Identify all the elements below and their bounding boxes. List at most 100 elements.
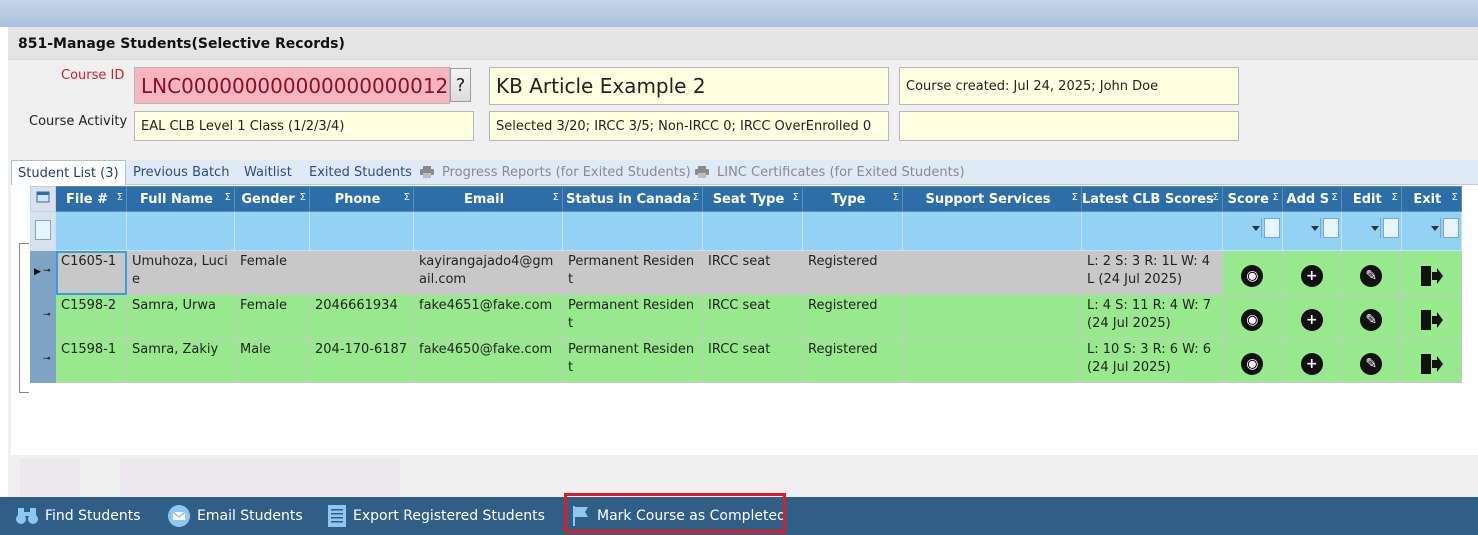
tab-student-list[interactable]: Student List (3) (11, 160, 126, 185)
filter-cell[interactable] (1400, 211, 1462, 251)
pencil-icon[interactable]: ✎ (1360, 264, 1383, 287)
cell-seat-type[interactable]: IRCC seat (702, 294, 803, 339)
plus-icon[interactable]: + (1300, 264, 1323, 287)
cell-support-services[interactable] (902, 250, 1082, 295)
cell-score[interactable]: ◉ (1221, 294, 1283, 339)
expand-icon[interactable]: ⊸ (43, 306, 51, 324)
filter-cell[interactable] (413, 211, 563, 251)
col-header-add-s[interactable]: Add SΣ (1281, 186, 1342, 212)
pencil-icon[interactable]: ✎ (1360, 308, 1383, 331)
table-row[interactable]: ⊸ C1598-2 Samra, Urwa Female 2046661934 … (30, 294, 1462, 339)
plus-icon[interactable]: + (1300, 352, 1323, 375)
tab-previous-batch[interactable]: Previous Batch (133, 160, 229, 184)
col-header-type[interactable]: Type Σ (802, 186, 903, 212)
eye-icon[interactable]: ◉ (1241, 264, 1264, 287)
expand-icon[interactable]: ⊸ (43, 350, 51, 368)
cell-add-s[interactable]: + (1281, 250, 1342, 295)
exit-door-icon[interactable] (1419, 353, 1444, 375)
cell-type[interactable]: Registered (802, 250, 903, 295)
cell-file[interactable]: C1605-1 (55, 250, 127, 295)
col-header-seat-type[interactable]: Seat Type Σ (702, 186, 803, 212)
cell-full-name[interactable]: Umuhoza, Lucie (126, 250, 235, 295)
sigma-icon[interactable]: Σ (225, 192, 231, 203)
cell-edit[interactable]: ✎ (1340, 294, 1402, 339)
eye-icon[interactable]: ◉ (1241, 352, 1264, 375)
expand-icon[interactable]: ⊸ (43, 262, 51, 280)
sigma-icon[interactable]: Σ (1212, 192, 1218, 203)
sigma-icon[interactable]: Σ (553, 192, 559, 203)
cell-phone[interactable]: 204-170-6187 (309, 338, 414, 383)
cell-status[interactable]: Permanent Resident (562, 250, 703, 295)
col-header-support-services[interactable]: Support Services Σ (902, 186, 1082, 212)
cell-support-services[interactable] (902, 294, 1082, 339)
cell-type[interactable]: Registered (802, 338, 903, 383)
filter-cell[interactable] (1340, 211, 1402, 251)
cell-type[interactable]: Registered (802, 294, 903, 339)
cell-support-services[interactable] (902, 338, 1082, 383)
column-chooser[interactable] (30, 186, 56, 212)
col-header-exit[interactable]: Exit Σ (1400, 186, 1462, 212)
clear-filter-icon[interactable] (1322, 218, 1339, 238)
cell-gender[interactable]: Male (234, 338, 310, 383)
cell-full-name[interactable]: Samra, Urwa (126, 294, 235, 339)
exit-door-icon[interactable] (1419, 309, 1444, 331)
sigma-icon[interactable]: Σ (893, 192, 899, 203)
col-header-score[interactable]: Score Σ (1221, 186, 1283, 212)
sigma-icon[interactable]: Σ (1331, 192, 1337, 203)
cell-clb-scores[interactable]: L: 4 S: 11 R: 4 W: 7 (24 Jul 2025) (1081, 294, 1223, 339)
filter-cell[interactable] (802, 211, 903, 251)
exit-door-icon[interactable] (1419, 265, 1444, 287)
cell-phone[interactable]: 2046661934 (309, 294, 414, 339)
sigma-icon[interactable]: Σ (404, 192, 410, 203)
cell-score[interactable]: ◉ (1221, 250, 1283, 295)
course-lookup-button[interactable]: ? (450, 68, 471, 102)
filter-clear-cell[interactable] (30, 211, 56, 251)
cell-email[interactable]: kayirangajado4@gmail.com (413, 250, 563, 295)
dropdown-arrow-icon[interactable] (1430, 226, 1439, 231)
course-activity-field[interactable]: EAL CLB Level 1 Class (1/2/3/4) (134, 111, 474, 141)
sigma-icon[interactable]: Σ (793, 192, 799, 203)
col-header-edit[interactable]: Edit Σ (1340, 186, 1402, 212)
filter-cell[interactable] (234, 211, 310, 251)
cell-add-s[interactable]: + (1281, 294, 1342, 339)
email-students-button[interactable]: Email Students (167, 497, 303, 535)
cell-file[interactable]: C1598-2 (55, 294, 127, 339)
col-header-phone[interactable]: Phone Σ (309, 186, 414, 212)
filter-cell[interactable] (309, 211, 414, 251)
col-header-clb-scores[interactable]: Latest CLB Scores Σ (1081, 186, 1223, 212)
cell-email[interactable]: fake4650@fake.com (413, 338, 563, 383)
clear-filter-icon[interactable] (35, 220, 51, 240)
sigma-icon[interactable]: Σ (1391, 192, 1397, 203)
row-selector[interactable]: ▶ ⊸ (30, 250, 56, 295)
dropdown-arrow-icon[interactable] (1251, 226, 1260, 231)
plus-icon[interactable]: + (1300, 308, 1323, 331)
filter-cell[interactable] (1281, 211, 1342, 251)
row-selector[interactable]: ⊸ (30, 338, 56, 383)
col-header-gender[interactable]: Gender Σ (234, 186, 310, 212)
cell-seat-type[interactable]: IRCC seat (702, 338, 803, 383)
cell-clb-scores[interactable]: L: 10 S: 3 R: 6 W: 6 (24 Jul 2025) (1081, 338, 1223, 383)
filter-cell[interactable] (55, 211, 127, 251)
sigma-icon[interactable]: Σ (1272, 192, 1278, 203)
table-row[interactable]: ▶ ⊸ C1605-1 Umuhoza, Lucie Female kayiran… (30, 250, 1462, 295)
cell-full-name[interactable]: Samra, Zakiy (126, 338, 235, 383)
cell-seat-type[interactable]: IRCC seat (702, 250, 803, 295)
cell-phone[interactable] (309, 250, 414, 295)
course-id-field[interactable]: LNC000000000000000000012 (134, 67, 450, 104)
pencil-icon[interactable]: ✎ (1360, 352, 1383, 375)
tab-progress-reports[interactable]: Progress Reports (for Exited Students) (420, 160, 691, 184)
table-row[interactable]: ⊸ C1598-1 Samra, Zakiy Male 204-170-6187… (30, 338, 1462, 383)
cell-edit[interactable]: ✎ (1340, 338, 1402, 383)
dropdown-arrow-icon[interactable] (1370, 226, 1379, 231)
export-registered-students-button[interactable]: Export Registered Students (327, 497, 545, 535)
cell-exit[interactable] (1400, 338, 1462, 383)
sigma-icon[interactable]: Σ (1451, 192, 1457, 203)
sigma-icon[interactable]: Σ (693, 192, 699, 203)
tab-waitlist[interactable]: Waitlist (244, 160, 292, 184)
cell-status[interactable]: Permanent Resident (562, 338, 703, 383)
filter-cell[interactable] (902, 211, 1082, 251)
cell-exit[interactable] (1400, 250, 1462, 295)
cell-exit[interactable] (1400, 294, 1462, 339)
filter-cell[interactable] (562, 211, 703, 251)
cell-score[interactable]: ◉ (1221, 338, 1283, 383)
